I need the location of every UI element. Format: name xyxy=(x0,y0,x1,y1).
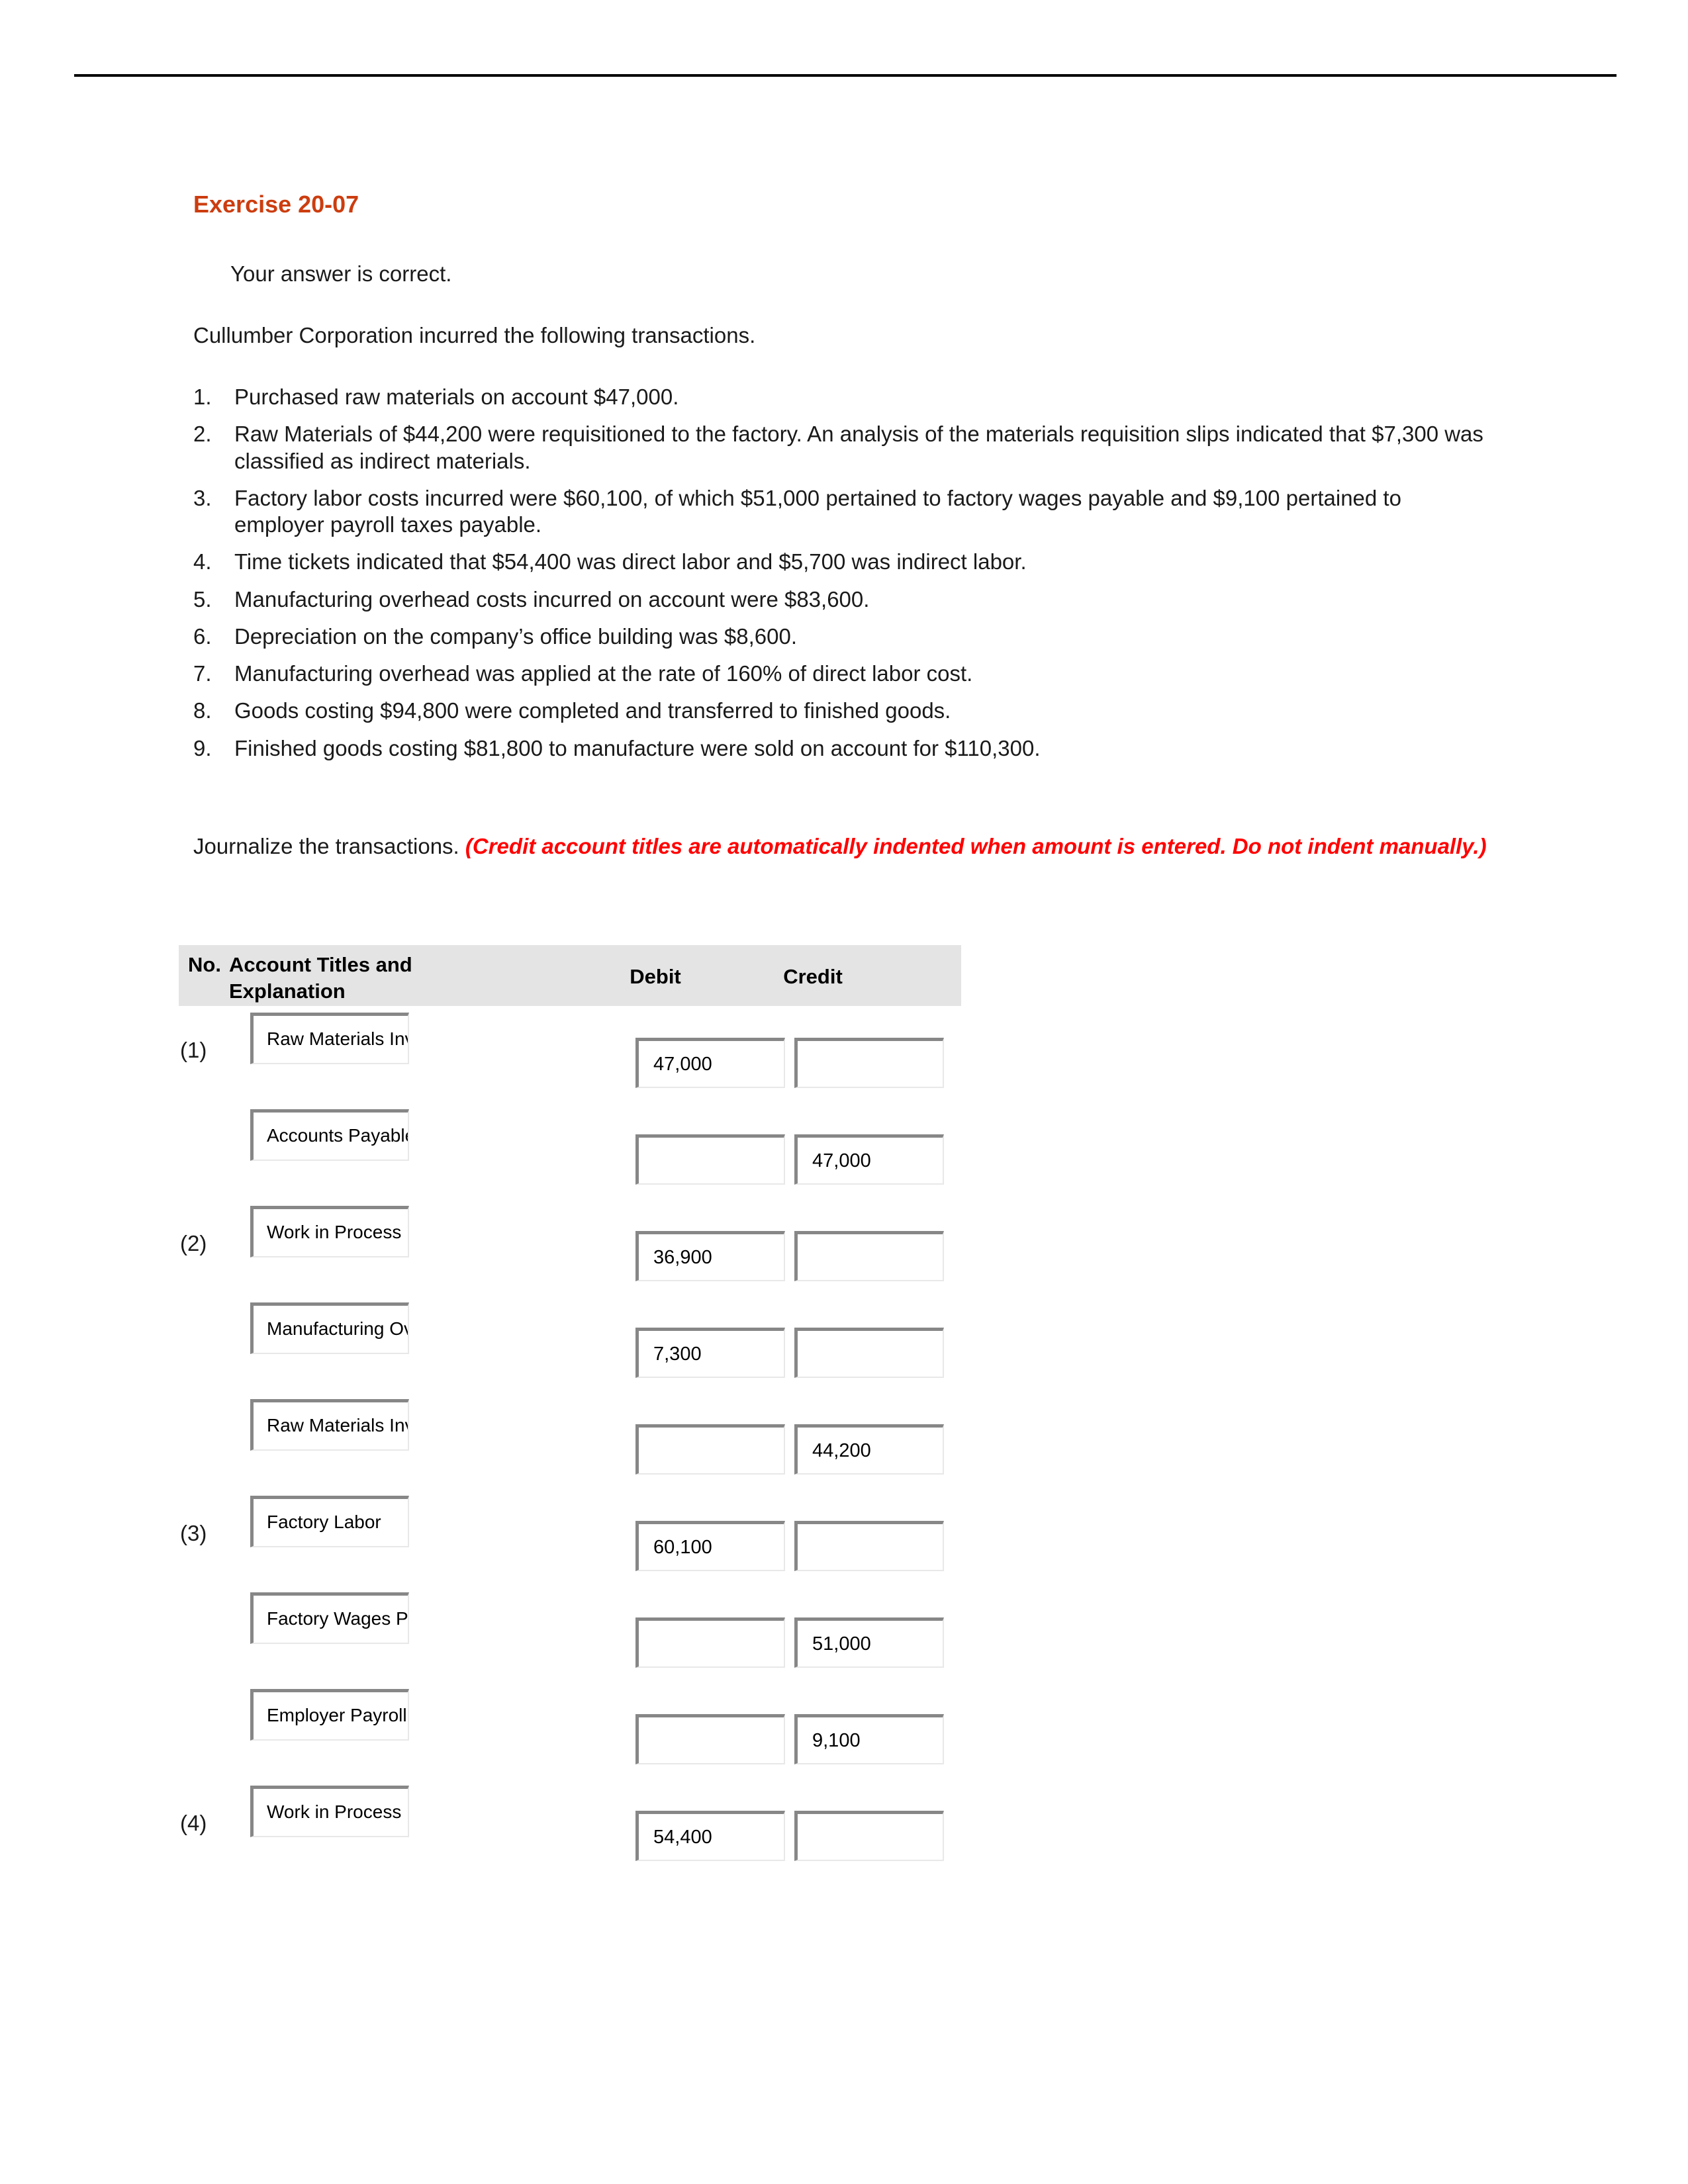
table-body: (1) Raw Materials Inventory 47,000 Accou… xyxy=(179,1006,961,1876)
list-item-number: 5. xyxy=(193,586,212,612)
credit-input[interactable] xyxy=(794,1811,944,1861)
row-number-label: (1) xyxy=(180,1038,207,1062)
column-header-account: Account Titles and Explanation xyxy=(229,953,412,1003)
transaction-list: 1. Purchased raw materials on account $4… xyxy=(193,384,1484,772)
list-item-text: Manufacturing overhead was applied at th… xyxy=(234,661,973,686)
list-item-text: Purchased raw materials on account $47,0… xyxy=(234,385,679,409)
debit-input[interactable] xyxy=(635,1617,785,1668)
account-title-select[interactable]: Work in Process Inventory xyxy=(250,1786,409,1837)
credit-input[interactable] xyxy=(794,1521,944,1571)
account-title-select[interactable]: Employer Payroll Taxes Payable xyxy=(250,1689,409,1741)
account-title-select[interactable]: Factory Labor xyxy=(250,1496,409,1547)
credit-input[interactable]: 51,000 xyxy=(794,1617,944,1668)
credit-input[interactable]: 47,000 xyxy=(794,1134,944,1185)
list-item-number: 4. xyxy=(193,549,212,574)
list-item-text: Raw Materials of $44,200 were requisitio… xyxy=(234,422,1483,473)
debit-input[interactable]: 54,400 xyxy=(635,1811,785,1861)
list-item: 6. Depreciation on the company’s office … xyxy=(193,623,1484,650)
account-title-select[interactable]: Raw Materials Inventory xyxy=(250,1013,409,1064)
list-item-number: 2. xyxy=(193,422,212,447)
table-row: Raw Materials Inventory 44,200 xyxy=(179,1392,961,1489)
column-header-debit: Debit xyxy=(630,965,681,988)
list-item-number: 8. xyxy=(193,698,212,723)
list-item-number: 1. xyxy=(193,385,212,409)
account-title-select[interactable]: Work in Process Inventory xyxy=(250,1206,409,1257)
list-item: 4. Time tickets indicated that $54,400 w… xyxy=(193,549,1484,575)
account-title-select[interactable]: Manufacturing Overhead xyxy=(250,1302,409,1354)
page-title: Exercise 20-07 xyxy=(193,191,359,218)
list-item-text: Depreciation on the company’s office bui… xyxy=(234,623,797,649)
list-item: 9. Finished goods costing $81,800 to man… xyxy=(193,735,1484,762)
debit-input[interactable]: 7,300 xyxy=(635,1328,785,1378)
list-item: 5. Manufacturing overhead costs incurred… xyxy=(193,586,1484,613)
page-top-rule xyxy=(74,74,1617,77)
journalize-emphasis: (Credit account titles are automatically… xyxy=(465,834,1487,858)
list-item-text: Factory labor costs incurred were $60,10… xyxy=(234,485,1401,537)
debit-input[interactable]: 60,100 xyxy=(635,1521,785,1571)
debit-input[interactable]: 36,900 xyxy=(635,1231,785,1281)
table-row: Accounts Payable 47,000 xyxy=(179,1103,961,1199)
column-header-credit: Credit xyxy=(783,965,843,988)
document-page: Exercise 20-07 Your answer is correct. C… xyxy=(0,0,1688,2184)
list-item: 7. Manufacturing overhead was applied at… xyxy=(193,660,1484,687)
list-item-number: 9. xyxy=(193,735,212,760)
list-item-text: Goods costing $94,800 were completed and… xyxy=(234,698,951,723)
list-item-number: 3. xyxy=(193,485,212,510)
list-item: 3. Factory labor costs incurred were $60… xyxy=(193,485,1484,539)
list-item-text: Finished goods costing $81,800 to manufa… xyxy=(234,735,1041,760)
table-header-row: No. Account Titles and Explanation Debit… xyxy=(179,945,961,1006)
table-row: (2) Work in Process Inventory 36,900 xyxy=(179,1199,961,1296)
list-item-text: Manufacturing overhead costs incurred on… xyxy=(234,586,870,612)
list-item-number: 7. xyxy=(193,661,212,686)
journalize-lead: Journalize the transactions. xyxy=(193,834,465,858)
account-title-select[interactable]: Accounts Payable xyxy=(250,1109,409,1161)
row-number-label: (2) xyxy=(180,1231,207,1255)
debit-input[interactable] xyxy=(635,1424,785,1475)
table-row: Employer Payroll Taxes Payable 9,100 xyxy=(179,1682,961,1779)
account-title-select[interactable]: Factory Wages Payable xyxy=(250,1592,409,1644)
journal-entry-table: No. Account Titles and Explanation Debit… xyxy=(179,945,961,1876)
list-item-text: Time tickets indicated that $54,400 was … xyxy=(234,549,1027,574)
table-row: Factory Wages Payable 51,000 xyxy=(179,1586,961,1682)
table-row: (4) Work in Process Inventory 54,400 xyxy=(179,1779,961,1876)
account-title-select[interactable]: Raw Materials Inventory xyxy=(250,1399,409,1451)
credit-input[interactable]: 9,100 xyxy=(794,1714,944,1764)
list-item: 2. Raw Materials of $44,200 were requisi… xyxy=(193,421,1484,475)
list-item: 1. Purchased raw materials on account $4… xyxy=(193,384,1484,410)
table-row: (3) Factory Labor 60,100 xyxy=(179,1489,961,1586)
credit-input[interactable] xyxy=(794,1038,944,1088)
list-item-number: 6. xyxy=(193,623,212,649)
column-header-no: No. xyxy=(188,953,221,976)
credit-input[interactable] xyxy=(794,1328,944,1378)
debit-input[interactable] xyxy=(635,1714,785,1764)
credit-input[interactable]: 44,200 xyxy=(794,1424,944,1475)
answer-status-text: Your answer is correct. xyxy=(230,261,452,286)
debit-input[interactable]: 47,000 xyxy=(635,1038,785,1088)
list-item: 8. Goods costing $94,800 were completed … xyxy=(193,698,1484,724)
credit-input[interactable] xyxy=(794,1231,944,1281)
table-row: (1) Raw Materials Inventory 47,000 xyxy=(179,1006,961,1103)
intro-paragraph: Cullumber Corporation incurred the follo… xyxy=(193,323,756,347)
row-number-label: (3) xyxy=(180,1521,207,1545)
row-number-label: (4) xyxy=(180,1811,207,1835)
debit-input[interactable] xyxy=(635,1134,785,1185)
table-row: Manufacturing Overhead 7,300 xyxy=(179,1296,961,1392)
journalize-instruction: Journalize the transactions. (Credit acc… xyxy=(193,833,1491,860)
